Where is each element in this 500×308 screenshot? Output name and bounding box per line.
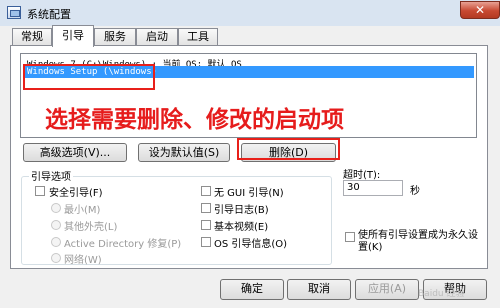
make-permanent-label: 使所有引导设置成为永久设置(K)	[358, 230, 478, 253]
advanced-options-button[interactable]: 高级选项(V)...	[23, 143, 127, 162]
close-icon: ✕	[474, 3, 486, 17]
annotation-text: 选择需要删除、修改的启动项	[45, 107, 344, 133]
timeout-unit: 秒	[410, 186, 420, 197]
set-default-button[interactable]: 设为默认值(S)	[138, 143, 230, 162]
active-directory-radio[interactable]	[51, 237, 61, 247]
make-permanent-checkbox[interactable]	[345, 232, 355, 242]
watermark: Baidu 经验	[418, 289, 465, 299]
network-radio[interactable]	[51, 253, 61, 263]
tab-startup[interactable]: 启动	[136, 28, 178, 45]
title-bar	[0, 0, 500, 26]
safe-boot-checkbox[interactable]	[35, 186, 45, 196]
network-label: 网络(W)	[64, 255, 102, 266]
os-boot-info-checkbox[interactable]	[201, 237, 211, 247]
boot-options-label: 引导选项	[29, 168, 73, 183]
boot-log-label: 引导日志(B)	[214, 205, 269, 216]
boot-log-checkbox[interactable]	[201, 203, 211, 213]
system-config-icon	[7, 6, 21, 19]
active-directory-label: Active Directory 修复(P)	[64, 239, 182, 250]
timeout-input[interactable]: 30	[343, 180, 403, 196]
window-title: 系统配置	[27, 8, 71, 21]
ok-button[interactable]: 确定	[220, 279, 284, 300]
minimal-label: 最小(M)	[64, 205, 101, 216]
close-button[interactable]: ✕	[460, 1, 500, 19]
tab-tools[interactable]: 工具	[178, 28, 218, 45]
no-gui-boot-label: 无 GUI 引导(N)	[214, 188, 284, 199]
highlight-box	[23, 64, 155, 90]
highlight-box	[237, 138, 340, 160]
minimal-radio[interactable]	[51, 203, 61, 213]
alternate-shell-label: 其他外壳(L)	[64, 222, 118, 233]
no-gui-boot-checkbox[interactable]	[201, 186, 211, 196]
timeout-label: 超时(T):	[343, 170, 381, 181]
os-boot-info-label: OS 引导信息(O)	[214, 239, 288, 250]
tab-general[interactable]: 常规	[12, 28, 52, 45]
tab-services[interactable]: 服务	[94, 28, 136, 45]
base-video-label: 基本视频(E)	[214, 222, 269, 233]
safe-boot-label: 安全引导(F)	[49, 188, 103, 199]
apply-button[interactable]: 应用(A)	[355, 279, 419, 300]
cancel-button[interactable]: 取消	[287, 279, 351, 300]
base-video-checkbox[interactable]	[201, 220, 211, 230]
alternate-shell-radio[interactable]	[51, 220, 61, 230]
tab-boot[interactable]: 引导	[52, 25, 94, 47]
